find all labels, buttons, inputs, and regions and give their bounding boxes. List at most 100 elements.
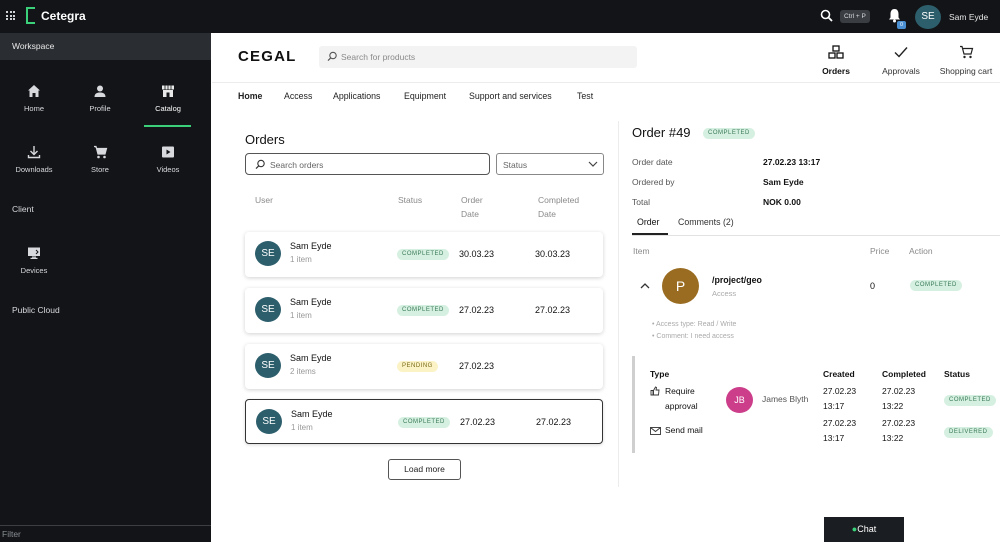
workflow-type-line1: Require xyxy=(665,386,695,396)
completed-cell: 27.02.23 13:22 xyxy=(882,416,915,446)
orders-search-input[interactable]: Search orders xyxy=(245,153,490,175)
nav-support-and-services[interactable]: Support and services xyxy=(469,91,552,101)
order-row[interactable]: SE Sam Eyde 1 item COMPLETED 27.02.23 27… xyxy=(245,288,603,333)
ordered-by-label: Ordered by xyxy=(632,177,675,187)
status-select[interactable]: Status xyxy=(496,153,604,175)
order-user: Sam Eyde xyxy=(290,353,332,363)
status-badge: COMPLETED xyxy=(703,128,755,139)
action-header: Action xyxy=(909,246,933,256)
tab-order[interactable]: Order xyxy=(637,217,660,227)
total-label: Total xyxy=(632,197,650,207)
created-header: Created xyxy=(823,369,855,379)
status-badge: PENDING xyxy=(397,361,438,372)
product-search-input[interactable]: Search for products xyxy=(319,46,637,68)
mail-icon xyxy=(650,427,661,438)
total-value: NOK 0.00 xyxy=(763,197,801,207)
item-price: 0 xyxy=(870,281,876,291)
chat-label: Chat xyxy=(857,524,877,534)
order-items: 1 item xyxy=(291,423,313,432)
sidebar-item-videos[interactable]: Videos xyxy=(144,142,192,182)
order-user: Sam Eyde xyxy=(290,297,332,307)
sidebar-item-downloads[interactable]: Downloads xyxy=(10,142,58,182)
sidebar-item-label: Downloads xyxy=(15,165,53,174)
chevron-up-icon[interactable] xyxy=(640,281,650,292)
apps-grid-icon[interactable] xyxy=(6,11,15,20)
sidebar-item-catalog[interactable]: Catalog xyxy=(144,81,192,127)
column-header-user: User xyxy=(255,195,273,205)
section-public-cloud[interactable]: Public Cloud xyxy=(12,305,60,315)
order-row[interactable]: SE Sam Eyde 1 item COMPLETED 30.03.23 30… xyxy=(245,232,603,277)
created-date: 27.02.23 xyxy=(823,418,857,428)
user-name[interactable]: Sam Eyde xyxy=(949,12,988,22)
completed-date: 27.02.23 xyxy=(535,305,571,315)
workflow-type: Send mail xyxy=(665,425,703,435)
comment-text: Comment: I need access xyxy=(656,333,734,340)
status-badge: COMPLETED xyxy=(397,305,449,316)
search-icon[interactable] xyxy=(820,9,833,25)
status-badge: COMPLETED xyxy=(397,249,449,260)
header-divider xyxy=(212,82,1000,83)
completed-cell: 27.02.23 13:22 xyxy=(882,384,915,414)
completed-time: 13:22 xyxy=(882,401,904,411)
column-header-status: Status xyxy=(398,195,423,205)
column-header-order-date: Order Date xyxy=(461,195,483,219)
assignee-avatar: JB xyxy=(726,387,753,413)
notification-badge: 0 xyxy=(897,21,906,29)
order-date: 27.02.23 xyxy=(459,305,495,315)
item-detail-line: • Access type: Read / Write xyxy=(652,321,737,328)
nav-access[interactable]: Access xyxy=(284,91,312,101)
approval-icon xyxy=(650,386,660,399)
tab-comments[interactable]: Comments (2) xyxy=(678,217,734,227)
item-category: Access xyxy=(712,289,737,298)
shopping-cart-button[interactable]: Shopping cart xyxy=(936,43,996,76)
approvals-label: Approvals xyxy=(882,66,920,76)
order-user: Sam Eyde xyxy=(291,409,333,419)
brand[interactable]: Cetegra xyxy=(26,7,86,24)
nav-test[interactable]: Test xyxy=(577,91,593,101)
status-placeholder: Status xyxy=(503,160,528,170)
nav-applications[interactable]: Applications xyxy=(333,91,380,101)
order-items: 1 item xyxy=(290,255,312,264)
chat-button[interactable]: ●Chat xyxy=(824,517,904,542)
sidebar-item-home[interactable]: Home xyxy=(10,81,58,121)
item-detail-line: • Comment: I need access xyxy=(652,333,734,340)
order-items: 2 items xyxy=(290,367,316,376)
sidebar-item-store[interactable]: Store xyxy=(76,142,124,182)
column-header-completed-date: Completed Date xyxy=(538,195,580,219)
created-date: 27.02.23 xyxy=(823,386,857,396)
check-icon xyxy=(878,43,924,61)
order-items: 1 item xyxy=(290,311,312,320)
workflow-type-line2: approval xyxy=(665,401,698,411)
cegal-logo[interactable]: CEGAL xyxy=(238,48,297,65)
section-client: Client xyxy=(12,204,34,214)
order-date-value: 27.02.23 13:17 xyxy=(763,157,821,167)
sidebar-item-label: Home xyxy=(23,104,44,113)
filter-input[interactable]: Filter xyxy=(0,525,211,542)
order-date: 27.02.23 xyxy=(460,417,496,427)
nav-equipment[interactable]: Equipment xyxy=(404,91,446,101)
order-user: Sam Eyde xyxy=(290,241,332,251)
user-avatar[interactable]: SE xyxy=(915,5,941,29)
load-more-button[interactable]: Load more xyxy=(388,459,461,480)
status-badge: COMPLETED xyxy=(398,417,450,428)
play-icon xyxy=(144,142,192,162)
store-icon xyxy=(144,81,192,101)
workflow-type: Require approval xyxy=(665,384,698,414)
created-time: 13:17 xyxy=(823,401,845,411)
access-type-text: Access type: Read / Write xyxy=(656,321,737,328)
orders-button[interactable]: Orders xyxy=(818,43,854,76)
search-icon xyxy=(327,51,338,65)
approvals-button[interactable]: Approvals xyxy=(878,43,924,76)
completed-date: 27.02.23 xyxy=(882,386,916,396)
sidebar-item-label: Profile xyxy=(89,104,111,113)
order-row-selected[interactable]: SE Sam Eyde 1 item COMPLETED 27.02.23 27… xyxy=(245,399,603,444)
sidebar-item-profile[interactable]: Profile xyxy=(76,81,124,121)
cart-icon xyxy=(936,43,996,61)
sidebar-item-devices[interactable]: Devices xyxy=(10,243,58,283)
order-row[interactable]: SE Sam Eyde 2 items PENDING 27.02.23 xyxy=(245,344,603,389)
download-icon xyxy=(10,142,58,162)
orders-icon xyxy=(818,43,854,61)
nav-home[interactable]: Home xyxy=(238,91,262,101)
workflow-indicator xyxy=(632,356,635,453)
tabs-divider xyxy=(632,235,1000,236)
